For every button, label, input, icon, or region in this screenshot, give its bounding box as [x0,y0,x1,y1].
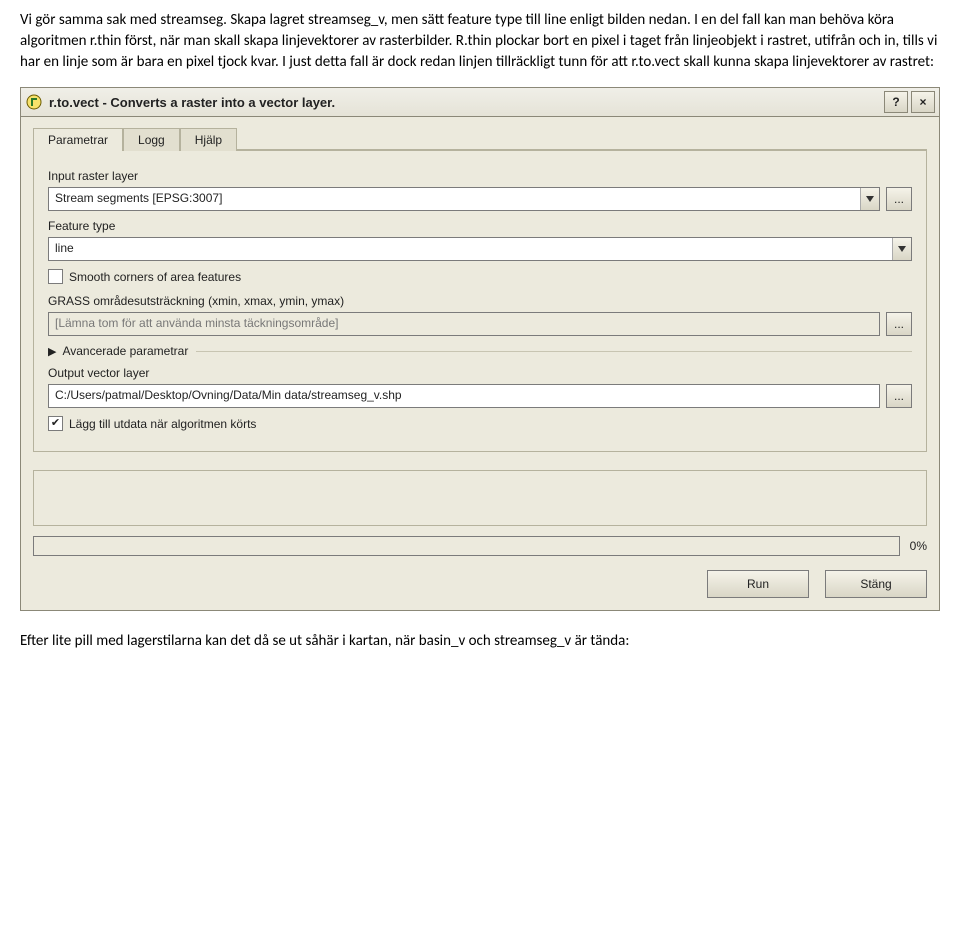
extent-placeholder: [Lämna tom för att använda minsta täckni… [49,313,879,335]
tab-logg[interactable]: Logg [123,128,180,151]
label-input-raster: Input raster layer [48,169,912,183]
window-title: r.to.vect - Converts a raster into a vec… [49,95,881,110]
browse-extent[interactable]: ... [886,312,912,336]
input-raster-value: Stream segments [EPSG:3007] [49,188,860,210]
parameters-panel: Input raster layer Stream segments [EPSG… [33,150,927,452]
progress-bar [33,536,900,556]
browse-output[interactable]: ... [886,384,912,408]
expand-icon[interactable]: ▶ [48,345,56,358]
tab-parametrar[interactable]: Parametrar [33,128,123,151]
smooth-checkbox[interactable] [48,269,63,284]
feature-type-select[interactable]: line [48,237,912,261]
outro-paragraph: Efter lite pill med lagerstilarna kan de… [20,631,940,652]
help-button[interactable]: ? [884,91,908,113]
run-button[interactable]: Run [707,570,809,598]
close-button[interactable]: Stäng [825,570,927,598]
titlebar: r.to.vect - Converts a raster into a vec… [20,87,940,117]
tab-hjalp[interactable]: Hjälp [180,128,237,151]
input-raster-select[interactable]: Stream segments [EPSG:3007] [48,187,880,211]
output-path-value: C:/Users/patmal/Desktop/Ovning/Data/Min … [49,385,879,407]
tab-bar: Parametrar Logg Hjälp [33,127,927,150]
dialog-window: r.to.vect - Converts a raster into a vec… [20,87,940,611]
log-box [33,470,927,526]
browse-input-raster[interactable]: ... [886,187,912,211]
divider [196,351,912,352]
label-output: Output vector layer [48,366,912,380]
label-feature-type: Feature type [48,219,912,233]
output-path-input[interactable]: C:/Users/patmal/Desktop/Ovning/Data/Min … [48,384,880,408]
label-extent: GRASS områdesutsträckning (xmin, xmax, y… [48,294,912,308]
close-icon[interactable]: × [911,91,935,113]
intro-paragraph: Vi gör samma sak med streamseg. Skapa la… [20,10,940,73]
progress-percent: 0% [910,539,927,553]
extent-input[interactable]: [Lämna tom för att använda minsta täckni… [48,312,880,336]
chevron-down-icon[interactable] [892,238,911,260]
chevron-down-icon[interactable] [860,188,879,210]
app-icon [25,93,43,111]
feature-type-value: line [49,238,892,260]
label-add-output: Lägg till utdata när algoritmen körts [69,417,256,431]
label-advanced: Avancerade parametrar [62,344,188,358]
add-output-checkbox[interactable]: ✔ [48,416,63,431]
label-smooth: Smooth corners of area features [69,270,241,284]
